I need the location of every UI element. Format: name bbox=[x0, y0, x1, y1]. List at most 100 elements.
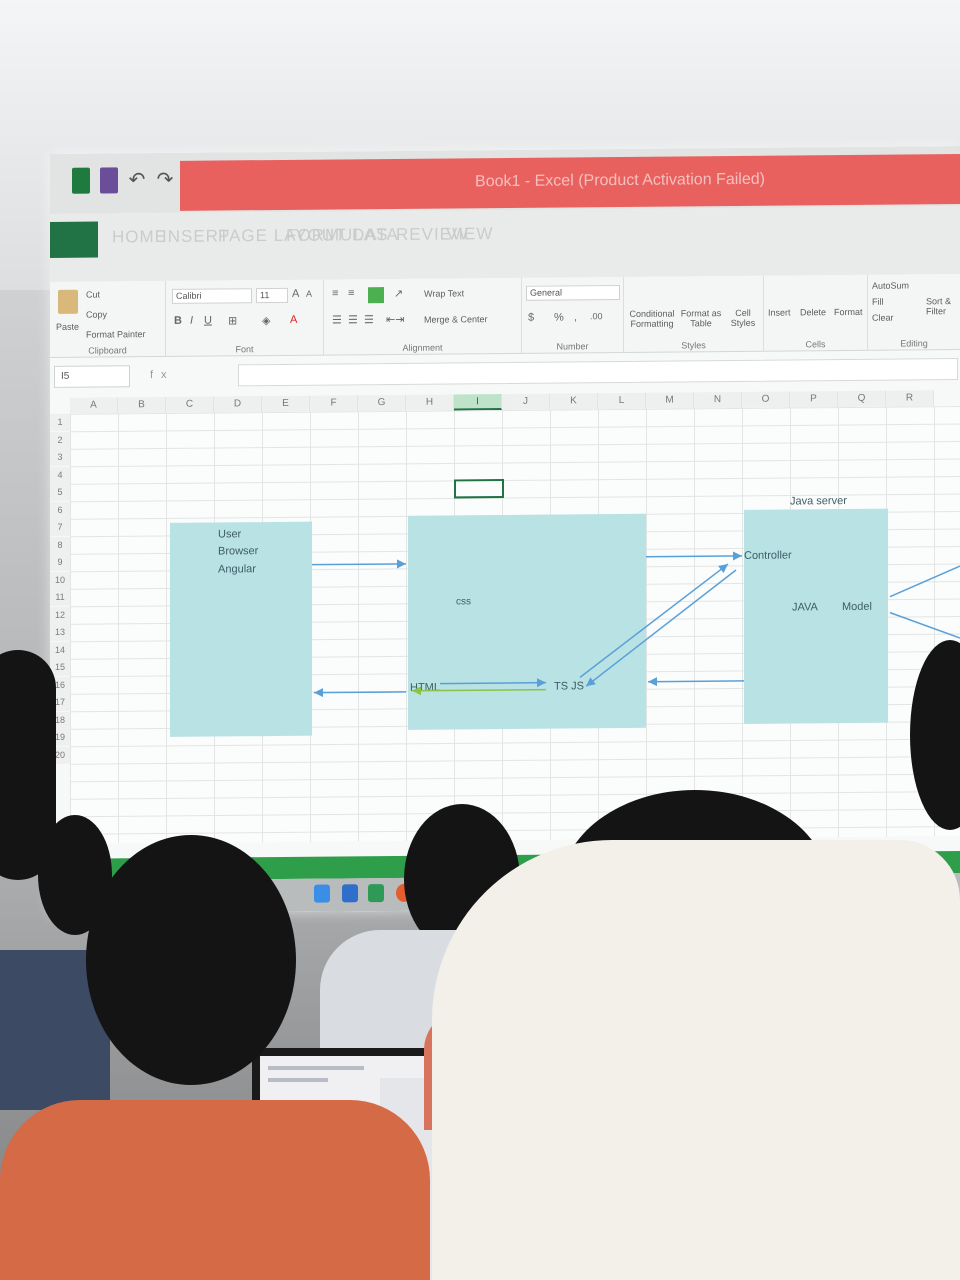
percent-icon[interactable]: % bbox=[554, 311, 564, 323]
tab-home[interactable]: HOME bbox=[112, 227, 167, 247]
save-icon[interactable] bbox=[100, 167, 118, 194]
clear-button[interactable]: Clear bbox=[872, 313, 894, 323]
styles-group: Conditional Formatting Format as Table C… bbox=[624, 275, 764, 353]
column-header[interactable]: M bbox=[646, 392, 694, 409]
fill-color-icon[interactable]: ◈ bbox=[262, 314, 270, 327]
column-header[interactable]: R bbox=[886, 390, 934, 407]
laptop-text-line bbox=[268, 1066, 364, 1070]
row-header[interactable]: 5 bbox=[50, 483, 70, 501]
column-header[interactable]: K bbox=[550, 393, 598, 410]
tab-data[interactable]: DATA bbox=[352, 225, 399, 245]
align-middle-icon[interactable]: ≡ bbox=[348, 287, 354, 299]
decimal-icon[interactable]: .00 bbox=[590, 311, 603, 321]
font-color-icon[interactable]: A bbox=[290, 314, 297, 326]
row-header[interactable]: 12 bbox=[50, 606, 70, 624]
cell-area[interactable]: User Browser Angular css HTML TS JS Java… bbox=[70, 406, 960, 844]
grow-font-icon[interactable]: A bbox=[292, 288, 299, 300]
orientation-icon[interactable]: ↗ bbox=[394, 287, 403, 300]
comma-icon[interactable]: , bbox=[574, 311, 577, 323]
column-header[interactable]: E bbox=[262, 395, 310, 413]
column-header[interactable]: G bbox=[358, 394, 406, 412]
align-right-icon[interactable]: ☰ bbox=[364, 313, 374, 326]
cell-styles-button[interactable]: Cell Styles bbox=[726, 308, 760, 328]
format-button[interactable]: Format bbox=[834, 307, 863, 317]
wrap-text-button[interactable]: Wrap Text bbox=[424, 288, 464, 298]
row-header[interactable]: 3 bbox=[50, 448, 70, 466]
autosum-button[interactable]: AutoSum bbox=[872, 280, 909, 290]
row-header[interactable]: 2 bbox=[50, 431, 70, 449]
font-size-select[interactable]: 11 bbox=[256, 287, 288, 304]
row-header[interactable]: 7 bbox=[50, 518, 70, 536]
font-name-select[interactable]: Calibri bbox=[172, 288, 252, 304]
column-header[interactable]: A bbox=[70, 397, 118, 414]
paste-icon[interactable] bbox=[58, 289, 78, 314]
column-header[interactable]: O bbox=[742, 391, 790, 408]
underline-icon[interactable]: U bbox=[204, 315, 212, 327]
active-cell-cursor[interactable] bbox=[454, 479, 504, 499]
italic-icon[interactable]: I bbox=[190, 315, 193, 327]
css-label: css bbox=[456, 596, 471, 608]
currency-icon[interactable]: $ bbox=[528, 312, 534, 324]
shrink-font-icon[interactable]: A bbox=[306, 289, 312, 299]
merge-center-button[interactable]: Merge & Center bbox=[424, 314, 488, 325]
column-header[interactable]: Q bbox=[838, 390, 886, 408]
column-header[interactable]: L bbox=[598, 392, 646, 410]
tab-file[interactable] bbox=[50, 221, 98, 258]
column-header[interactable]: B bbox=[118, 396, 166, 414]
column-header[interactable]: I bbox=[454, 394, 502, 411]
align-left-icon[interactable]: ☰ bbox=[332, 313, 342, 326]
excel-taskbar-icon[interactable] bbox=[368, 884, 384, 903]
insert-button[interactable]: Insert bbox=[768, 308, 791, 318]
paste-button[interactable]: Paste bbox=[56, 322, 79, 332]
ribbon-tab-bar: HOME INSERT PAGE LAYOUT FORMULAS DATA RE… bbox=[50, 206, 960, 282]
align-center-icon[interactable]: ☰ bbox=[348, 313, 358, 326]
row-header[interactable]: 8 bbox=[50, 536, 70, 554]
cells-group: Insert Delete Format Cells bbox=[764, 274, 868, 352]
cut-button[interactable]: Cut bbox=[86, 290, 100, 300]
selected-alignment-icon[interactable] bbox=[368, 287, 384, 304]
worksheet-grid[interactable]: ABCDEFGHIJKLMNOPQR 1 2 3 4 5 6 7 8 9 10 11 12 13 14 15… bbox=[50, 390, 960, 868]
alignment-label: Alignment bbox=[402, 342, 443, 353]
server-shape[interactable] bbox=[744, 508, 888, 724]
column-header[interactable]: N bbox=[694, 391, 742, 409]
taskbar-app-icon[interactable] bbox=[314, 884, 330, 903]
borders-icon[interactable]: ⊞ bbox=[228, 314, 237, 327]
name-box[interactable]: I5 bbox=[54, 365, 130, 388]
format-painter-button[interactable]: Format Painter bbox=[86, 329, 146, 340]
formula-bar: I5 fx bbox=[50, 358, 960, 392]
delete-button[interactable]: Delete bbox=[800, 307, 826, 317]
row-header[interactable]: 4 bbox=[50, 466, 70, 484]
tab-view[interactable]: VIEW bbox=[446, 224, 493, 244]
window-title: Book1 - Excel (Product Activation Failed… bbox=[475, 170, 765, 191]
row-header[interactable]: 10 bbox=[50, 571, 70, 589]
column-header[interactable]: H bbox=[406, 394, 454, 411]
indent-icon[interactable]: ⇤⇥ bbox=[386, 313, 404, 326]
format-as-table-button[interactable]: Format as Table bbox=[680, 308, 722, 328]
undo-icon[interactable]: ↶ bbox=[128, 167, 146, 193]
row-header[interactable]: 13 bbox=[50, 623, 70, 641]
column-header[interactable]: F bbox=[310, 395, 358, 412]
row-header[interactable]: 14 bbox=[50, 641, 70, 659]
row-header[interactable]: 1 bbox=[50, 413, 70, 431]
copy-button[interactable]: Copy bbox=[86, 309, 107, 319]
formula-input[interactable] bbox=[238, 358, 958, 387]
redo-icon[interactable]: ↷ bbox=[156, 167, 174, 193]
conditional-formatting-button[interactable]: Conditional Formatting bbox=[628, 309, 676, 329]
frontend-shape[interactable] bbox=[408, 513, 646, 730]
column-header[interactable]: J bbox=[502, 393, 550, 411]
vscode-icon[interactable] bbox=[342, 884, 358, 903]
clipboard-label: Clipboard bbox=[88, 345, 127, 356]
bold-icon[interactable]: B bbox=[174, 315, 182, 327]
row-header[interactable]: 6 bbox=[50, 501, 70, 519]
number-format-select[interactable]: General bbox=[526, 284, 620, 301]
column-header[interactable]: P bbox=[790, 391, 838, 408]
column-header[interactable]: C bbox=[166, 396, 214, 413]
title-bar: ↶ ↷ Book1 - Excel (Product Activation Fa… bbox=[50, 146, 960, 214]
sort-filter-button[interactable]: Sort & Filter bbox=[926, 296, 960, 316]
fx-icon[interactable]: fx bbox=[150, 369, 175, 381]
row-header[interactable]: 9 bbox=[50, 553, 70, 571]
row-header[interactable]: 11 bbox=[50, 588, 70, 606]
column-header[interactable]: D bbox=[214, 396, 262, 413]
fill-button[interactable]: Fill bbox=[872, 297, 884, 307]
align-top-icon[interactable]: ≡ bbox=[332, 287, 338, 299]
